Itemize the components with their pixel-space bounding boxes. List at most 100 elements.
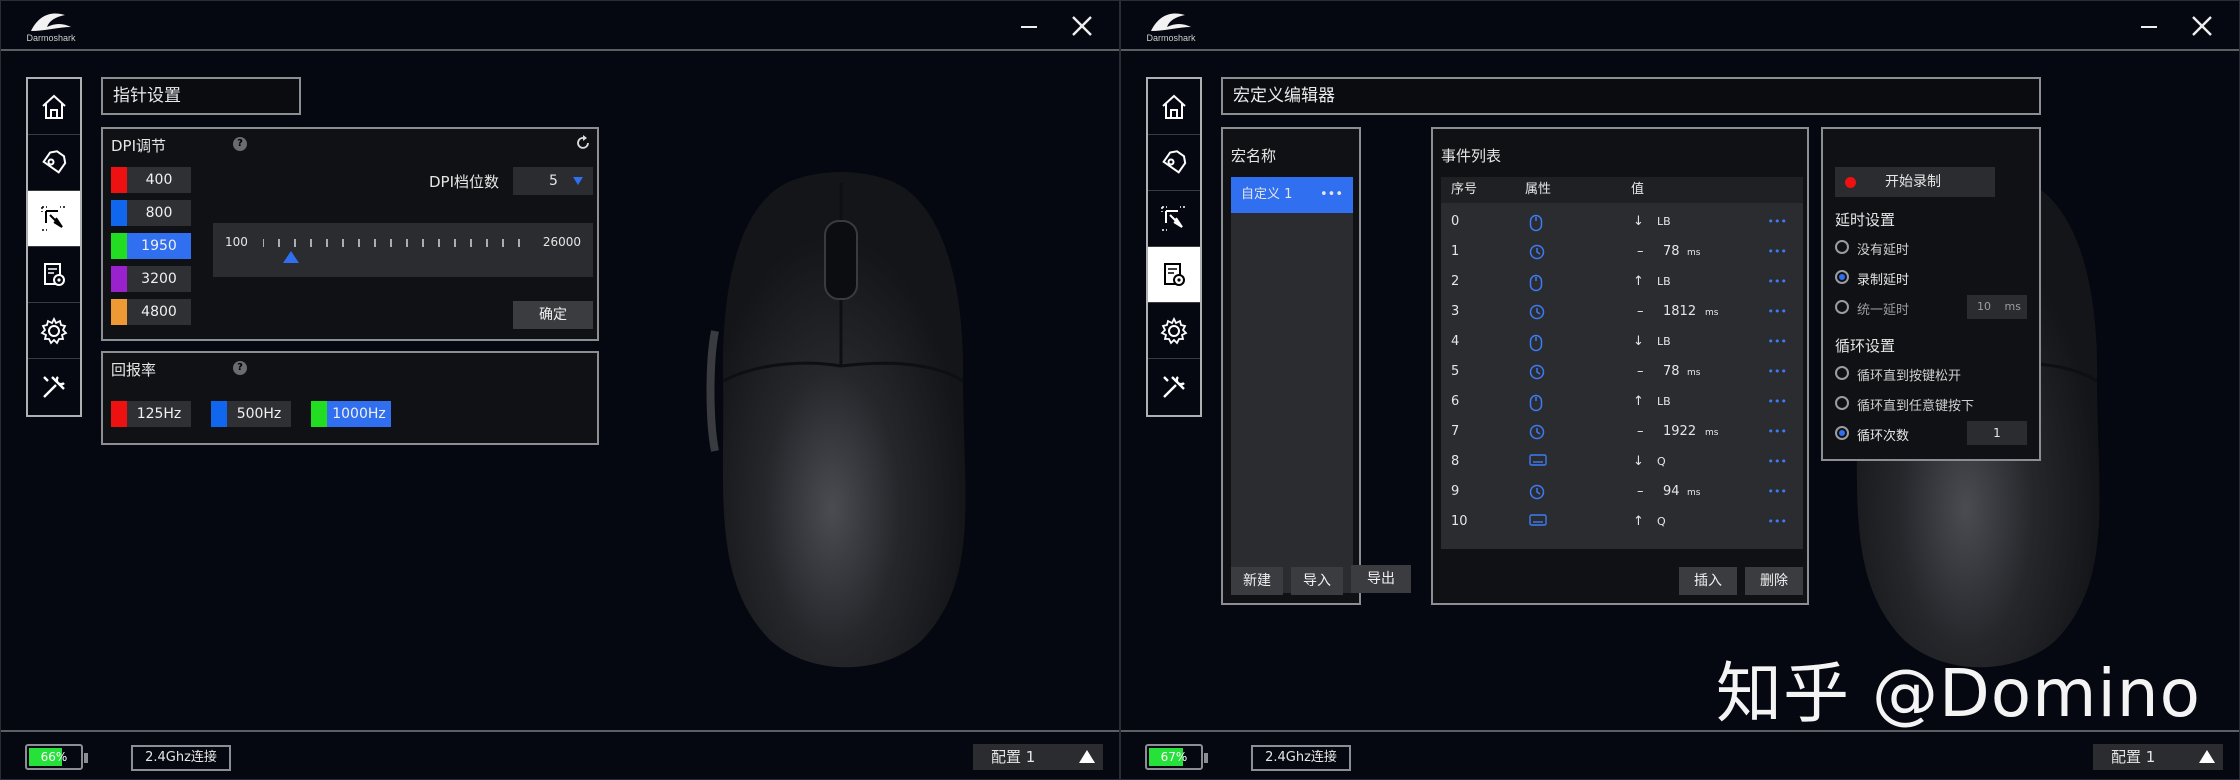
nav-buttons[interactable] (28, 135, 80, 191)
side-nav (26, 77, 82, 417)
record-dot-icon (1845, 177, 1856, 188)
event-row[interactable]: 5 – 78 ms ••• (1441, 357, 1803, 387)
delay-none-label: 没有延时 (1857, 243, 1910, 258)
nav-macro[interactable] (28, 247, 80, 303)
close-button[interactable] (2189, 13, 2215, 39)
slider-thumb[interactable] (283, 251, 300, 263)
uniform-delay-input[interactable]: 10 ms (1967, 295, 2027, 319)
delete-event-button[interactable]: 删除 (1745, 567, 1803, 595)
event-row[interactable]: 1 – 78 ms ••• (1441, 237, 1803, 267)
event-row[interactable]: 2 ↑ LB ••• (1441, 267, 1803, 297)
dash-icon: – (1637, 424, 1644, 439)
more-icon[interactable]: ••• (1768, 387, 1787, 417)
nav-tools[interactable] (1148, 359, 1200, 415)
more-icon[interactable]: ••• (1768, 447, 1787, 477)
radio-icon (1835, 366, 1849, 380)
more-icon[interactable]: ••• (1768, 357, 1787, 387)
minimize-button[interactable] (2137, 13, 2163, 39)
import-macro-button[interactable]: 导入 (1291, 567, 1343, 595)
close-button[interactable] (1069, 13, 1095, 39)
nav-home[interactable] (1148, 79, 1200, 135)
page-title: 指针设置 (101, 77, 301, 115)
nav-buttons[interactable] (1148, 135, 1200, 191)
nav-tools[interactable] (28, 359, 80, 415)
event-row[interactable]: 10 ↑ Q ••• (1441, 507, 1803, 537)
event-row[interactable]: 6 ↑ LB ••• (1441, 387, 1803, 417)
event-row[interactable]: 3 – 1812 ms ••• (1441, 297, 1803, 327)
nav-home[interactable] (28, 79, 80, 135)
polling-help-icon[interactable]: ? (233, 361, 247, 375)
dpi-slider[interactable]: 100 26000 (213, 223, 593, 277)
rate-1000[interactable]: 1000Hz (311, 401, 391, 427)
dpi-level-1[interactable]: 400 (111, 167, 191, 193)
more-icon[interactable]: ••• (1768, 477, 1787, 507)
more-icon[interactable]: ••• (1768, 207, 1787, 237)
minimize-button[interactable] (1017, 13, 1043, 39)
reset-icon[interactable] (575, 135, 591, 155)
dpi-value: 800 (145, 205, 173, 221)
loop-until-any-key-option[interactable]: 循环直到任意键按下 (1835, 393, 2035, 415)
macro-doc-icon (1164, 262, 1185, 286)
profile-label: 配置 1 (2111, 748, 2156, 766)
nav-settings[interactable] (1148, 303, 1200, 359)
nav-pointer[interactable] (28, 191, 80, 247)
confirm-button[interactable]: 确定 (513, 301, 593, 329)
event-row[interactable]: 8 ↓ Q ••• (1441, 447, 1803, 477)
macro-list-item[interactable]: 自定义 1 ••• (1231, 177, 1353, 213)
event-list-label: 事件列表 (1441, 147, 1502, 165)
event-row[interactable]: 0 ↓ LB ••• (1441, 207, 1803, 237)
profile-selector[interactable]: 配置 1 (2093, 744, 2223, 770)
uniform-delay-value: 10 (1977, 300, 1991, 313)
clock-icon (1529, 424, 1545, 440)
nav-pointer[interactable] (1148, 191, 1200, 247)
radio-selected-icon (1835, 270, 1849, 284)
nav-settings[interactable] (28, 303, 80, 359)
rate-125[interactable]: 125Hz (111, 401, 191, 427)
event-row[interactable]: 4 ↓ LB ••• (1441, 327, 1803, 357)
dpi-level-2[interactable]: 800 (111, 200, 191, 226)
battery-indicator: 66% (25, 744, 88, 770)
profile-selector[interactable]: 配置 1 (973, 744, 1103, 770)
dpi-level-4[interactable]: 3200 (111, 266, 191, 292)
mouse-icon (1529, 274, 1543, 292)
insert-event-button[interactable]: 插入 (1679, 567, 1737, 595)
tag-icon (42, 149, 67, 174)
arrow-down-icon: ↓ (1633, 334, 1644, 349)
start-record-button[interactable]: 开始录制 (1835, 167, 1995, 197)
dpi-color-green (111, 233, 127, 259)
more-icon[interactable]: ••• (1768, 267, 1787, 297)
more-icon[interactable]: ••• (1320, 177, 1343, 213)
dpi-stages-select[interactable]: 5 (513, 167, 593, 195)
export-macro-button[interactable]: 导出 (1351, 565, 1411, 593)
more-icon[interactable]: ••• (1768, 327, 1787, 357)
event-table-header: 序号 属性 值 (1441, 177, 1803, 203)
dpi-level-5[interactable]: 4800 (111, 299, 191, 325)
more-icon[interactable]: ••• (1768, 507, 1787, 537)
slider-min-label: 100 (225, 235, 248, 249)
dash-icon: – (1637, 304, 1644, 319)
new-macro-button[interactable]: 新建 (1231, 567, 1283, 595)
event-unit: ms (1687, 488, 1701, 498)
event-unit: ms (1705, 428, 1719, 438)
event-value: 1812 (1663, 304, 1697, 319)
col-value-header: 值 (1631, 182, 1645, 197)
dash-icon: – (1637, 364, 1644, 379)
loop-count-input[interactable]: 1 (1967, 421, 2027, 445)
more-icon[interactable]: ••• (1768, 417, 1787, 447)
event-row[interactable]: 9 – 94 ms ••• (1441, 477, 1803, 507)
more-icon[interactable]: ••• (1768, 297, 1787, 327)
loop-until-release-option[interactable]: 循环直到按键松开 (1835, 363, 2035, 385)
arrow-up-icon: ↑ (1633, 514, 1644, 529)
macro-settings-panel: 开始录制 延时设置 没有延时 录制延时 统一延时 10 ms 循环设置 循环直到… (1821, 127, 2041, 461)
event-row[interactable]: 7 – 1922 ms ••• (1441, 417, 1803, 447)
more-icon[interactable]: ••• (1768, 237, 1787, 267)
rate-500[interactable]: 500Hz (211, 401, 291, 427)
dpi-help-icon[interactable]: ? (233, 137, 247, 151)
dpi-level-3[interactable]: 1950 (111, 233, 191, 259)
home-icon (42, 94, 66, 119)
delay-none-option[interactable]: 没有延时 (1835, 237, 2035, 259)
nav-macro[interactable] (1148, 247, 1200, 303)
delay-record-label: 录制延时 (1857, 273, 1910, 288)
delay-record-option[interactable]: 录制延时 (1835, 267, 2035, 289)
brand-logo: Darmoshark (21, 9, 81, 45)
